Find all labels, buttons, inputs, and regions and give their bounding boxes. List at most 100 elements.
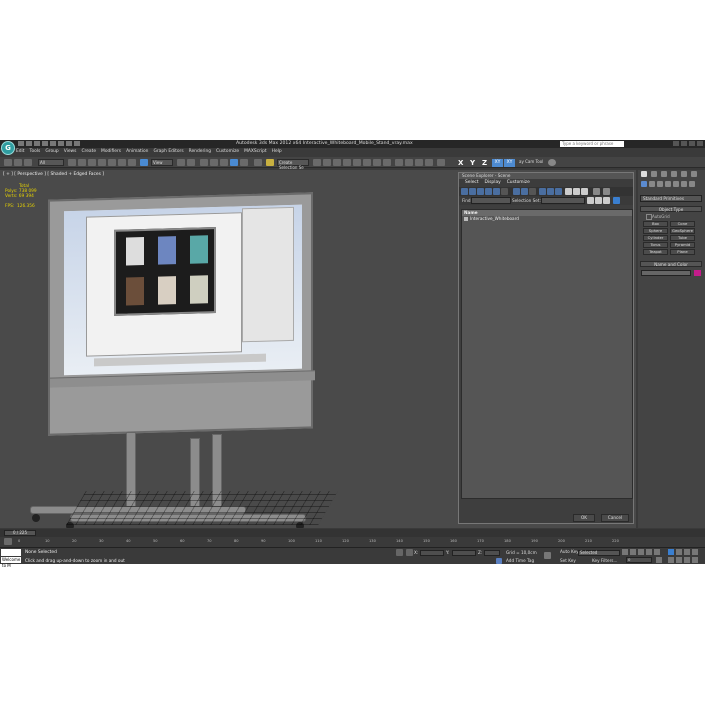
zoom-all-icon[interactable] <box>676 549 682 555</box>
reference-coordinate-dropdown[interactable]: View <box>151 159 173 166</box>
time-slider-thumb[interactable]: 0 / 225 <box>4 530 36 536</box>
maximize-icon[interactable] <box>689 141 695 146</box>
se-menu-customize[interactable]: Customize <box>507 179 530 187</box>
axis-plane-button[interactable]: XY <box>504 159 515 167</box>
x-coordinate-field[interactable] <box>420 550 444 556</box>
select-manipulate-icon[interactable] <box>140 159 148 166</box>
help-icon[interactable] <box>673 141 679 146</box>
orbit-icon[interactable] <box>684 557 690 563</box>
rectangular-selection-icon[interactable] <box>88 159 96 166</box>
render-setup-icon[interactable] <box>363 159 371 166</box>
menu-graph-editors[interactable]: Graph Editors <box>153 149 183 156</box>
selection-set-dropdown[interactable] <box>541 197 585 204</box>
layer-manager-icon[interactable] <box>313 159 321 166</box>
invert-display-icon[interactable] <box>555 188 562 195</box>
plane-button[interactable]: Plane <box>670 249 695 255</box>
vray-light-icon[interactable] <box>437 159 445 166</box>
selection-set-add-icon[interactable] <box>587 197 594 204</box>
search-input[interactable]: Type a keyword or phrase <box>560 141 624 147</box>
edit-named-selection-icon[interactable] <box>240 159 248 166</box>
named-selection-dropdown[interactable]: Create Selection Se <box>277 159 309 170</box>
geosphere-button[interactable]: GeoSphere <box>670 228 695 234</box>
mirror-icon[interactable] <box>254 159 262 166</box>
selection-set-select-icon[interactable] <box>603 197 610 204</box>
primitive-category-dropdown[interactable]: Standard Primitives <box>640 195 702 202</box>
display-lights-icon[interactable] <box>477 188 484 195</box>
rotate-icon[interactable] <box>118 159 126 166</box>
render-iterative-icon[interactable] <box>395 159 403 166</box>
go-to-end-icon[interactable] <box>654 549 660 555</box>
bind-space-warp-icon[interactable] <box>24 159 32 166</box>
select-none-icon[interactable] <box>573 188 580 195</box>
zoom-extents-all-icon[interactable] <box>692 549 698 555</box>
axis-xy-button[interactable]: XY <box>492 159 503 167</box>
go-to-start-icon[interactable] <box>622 549 628 555</box>
pan-view-icon[interactable] <box>676 557 682 563</box>
render-production-icon[interactable] <box>383 159 391 166</box>
unlink-icon[interactable] <box>14 159 22 166</box>
move-icon[interactable] <box>108 159 116 166</box>
systems-icon[interactable] <box>689 181 695 187</box>
menu-help[interactable]: Help <box>272 149 282 156</box>
selection-lock-icon[interactable] <box>396 549 403 556</box>
material-editor-icon[interactable] <box>353 159 361 166</box>
pivot-center-icon[interactable] <box>177 159 185 166</box>
next-frame-icon[interactable] <box>646 549 652 555</box>
menu-animation[interactable]: Animation <box>126 149 148 156</box>
window-crossing-icon[interactable] <box>98 159 106 166</box>
application-button[interactable]: G <box>1 141 15 155</box>
hold-icon[interactable] <box>58 141 64 146</box>
torus-button[interactable]: Torus <box>643 242 668 248</box>
select-object-icon[interactable] <box>68 159 76 166</box>
y-coordinate-field[interactable] <box>452 550 476 556</box>
geometry-icon[interactable] <box>641 181 647 187</box>
selection-filter-dropdown[interactable]: All <box>38 159 64 166</box>
display-tab-icon[interactable] <box>681 171 687 177</box>
tube-button[interactable]: Tube <box>670 235 695 241</box>
display-cameras-icon[interactable] <box>485 188 492 195</box>
display-groups-icon[interactable] <box>513 188 520 195</box>
object-color-swatch[interactable] <box>694 270 701 276</box>
select-invert-icon[interactable] <box>581 188 588 195</box>
add-time-tag[interactable]: Add Time Tag <box>506 558 534 563</box>
shapes-icon[interactable] <box>649 181 655 187</box>
zoom-icon[interactable] <box>668 549 674 555</box>
set-key-icon[interactable] <box>544 552 551 559</box>
play-icon[interactable] <box>638 549 644 555</box>
whiteboard-model[interactable] <box>48 192 315 436</box>
rendered-frame-window-icon[interactable] <box>373 159 381 166</box>
curve-editor-icon[interactable] <box>333 159 341 166</box>
lights-icon[interactable] <box>657 181 663 187</box>
viewport-label[interactable]: [ + ] [ Perspective ] [ Shaded + Edged F… <box>3 172 104 177</box>
menu-create[interactable]: Create <box>81 149 96 156</box>
minimize-icon[interactable] <box>681 141 687 146</box>
display-none-icon[interactable] <box>547 188 554 195</box>
highlight-selected-icon[interactable] <box>613 197 620 204</box>
create-tab-icon[interactable] <box>641 171 647 177</box>
rendering-tool-label[interactable]: ay Cam Tool <box>518 159 548 166</box>
select-all-icon[interactable] <box>565 188 572 195</box>
schematic-view-icon[interactable] <box>343 159 351 166</box>
scene-item[interactable]: Interactive_Whiteboard <box>462 216 632 222</box>
redo-icon[interactable] <box>50 141 56 146</box>
camera-tool-icon[interactable] <box>548 159 556 166</box>
selection-set-remove-icon[interactable] <box>595 197 602 204</box>
new-icon[interactable] <box>18 141 24 146</box>
modify-tab-icon[interactable] <box>651 171 657 177</box>
project-folder-icon[interactable] <box>74 141 80 146</box>
snaps-toggle-icon[interactable] <box>200 159 208 166</box>
menu-views[interactable]: Views <box>64 149 77 156</box>
menu-customize[interactable]: Customize <box>216 149 239 156</box>
display-shapes-icon[interactable] <box>469 188 476 195</box>
object-name-field[interactable] <box>641 270 691 276</box>
auto-key-button[interactable]: Auto Key <box>560 549 579 554</box>
maxscript-mini-listener[interactable]: Welcome to M <box>1 557 21 568</box>
spinner-snap-icon[interactable] <box>230 159 238 166</box>
keyboard-shortcut-icon[interactable] <box>187 159 195 166</box>
utilities-tab-icon[interactable] <box>691 171 697 177</box>
fetch-icon[interactable] <box>66 141 72 146</box>
helpers-icon[interactable] <box>673 181 679 187</box>
time-config-icon[interactable] <box>656 557 662 563</box>
key-filters-button[interactable]: Key Filters... <box>592 558 617 563</box>
sphere-button[interactable]: Sphere <box>643 228 668 234</box>
